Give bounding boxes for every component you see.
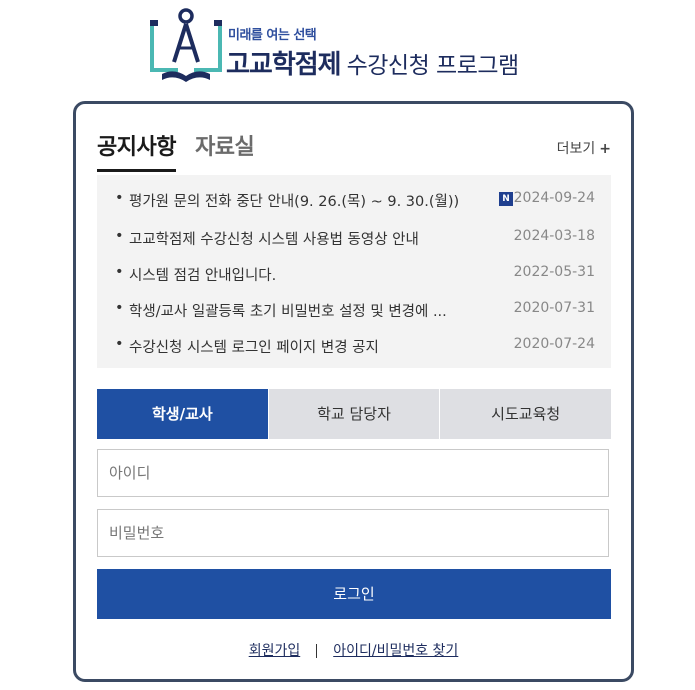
notice-date: 2020-07-24 xyxy=(513,336,595,352)
notice-title[interactable]: 수강신청 시스템 로그인 페이지 변경 공지 xyxy=(129,336,379,357)
plus-icon: + xyxy=(599,141,611,157)
notice-date: 2022-05-31 xyxy=(513,264,595,280)
role-tab-education-office[interactable]: 시도교육청 xyxy=(439,389,612,439)
signup-link[interactable]: 회원가입 xyxy=(249,643,301,659)
logo-title: 고교학점제 수강신청 프로그램 xyxy=(226,44,519,81)
notice-title[interactable]: 고교학점제 수강신청 시스템 사용법 동영상 안내 xyxy=(129,228,419,249)
notice-title[interactable]: 학생/교사 일괄등록 초기 비밀번호 설정 및 변경에 ... xyxy=(129,300,447,321)
role-tab-student-teacher[interactable]: 학생/교사 xyxy=(97,389,268,439)
notice-item[interactable]: • 수강신청 시스템 로그인 페이지 변경 공지 2020-07-24 xyxy=(115,336,595,360)
notice-date: 2024-03-18 xyxy=(513,228,595,244)
id-input[interactable]: 아이디 xyxy=(97,449,609,497)
bullet-icon: • xyxy=(115,336,124,352)
find-account-link[interactable]: 아이디/비밀번호 찾기 xyxy=(333,643,458,659)
logo-title-sub: 수강신청 프로그램 xyxy=(346,53,520,79)
login-card: 공지사항 자료실 더보기 + • 평가원 문의 전화 중단 안내(9. 26.(목)… xyxy=(73,101,634,682)
tab-notices[interactable]: 공지사항 xyxy=(97,129,176,172)
site-logo[interactable]: 미래를 여는 선택 고교학점제 수강신청 프로그램 xyxy=(148,4,568,86)
notice-date: 2020-07-31 xyxy=(513,300,595,316)
notice-item[interactable]: • 고교학점제 수강신청 시스템 사용법 동영상 안내 2024-03-18 xyxy=(115,228,595,252)
board-tabs: 공지사항 자료실 xyxy=(97,129,268,172)
role-tabs: 학생/교사 학교 담당자 시도교육청 xyxy=(97,389,612,439)
more-label: 더보기 xyxy=(556,141,596,157)
role-tab-school-manager[interactable]: 학교 담당자 xyxy=(267,389,440,439)
tab-resources[interactable]: 자료실 xyxy=(195,129,255,169)
bullet-icon: • xyxy=(115,190,124,206)
logo-tagline: 미래를 여는 선택 xyxy=(228,28,317,43)
logo-emblem-icon xyxy=(150,8,222,82)
link-divider xyxy=(316,644,318,658)
notice-title[interactable]: 평가원 문의 전화 중단 안내(9. 26.(목) ~ 9. 30.(월)) xyxy=(129,190,459,211)
notice-title[interactable]: 시스템 점검 안내입니다. xyxy=(129,264,276,285)
more-link[interactable]: 더보기 + xyxy=(557,138,611,158)
password-input[interactable]: 비밀번호 xyxy=(97,509,609,557)
notice-date: 2024-09-24 xyxy=(513,190,595,206)
bullet-icon: • xyxy=(115,264,124,280)
bullet-icon: • xyxy=(115,300,124,316)
login-button[interactable]: 로그인 xyxy=(97,569,611,619)
notice-list: • 평가원 문의 전화 중단 안내(9. 26.(목) ~ 9. 30.(월)) … xyxy=(97,175,611,368)
bullet-icon: • xyxy=(115,228,124,244)
new-badge-icon: N xyxy=(499,192,513,206)
notice-item[interactable]: • 학생/교사 일괄등록 초기 비밀번호 설정 및 변경에 ... 2020-07… xyxy=(115,300,595,324)
notice-item[interactable]: • 시스템 점검 안내입니다. 2022-05-31 xyxy=(115,264,595,288)
logo-title-strong: 고교학점제 xyxy=(226,50,342,80)
account-links: 회원가입 아이디/비밀번호 찾기 xyxy=(76,640,631,660)
notice-item[interactable]: • 평가원 문의 전화 중단 안내(9. 26.(목) ~ 9. 30.(월)) … xyxy=(115,190,595,214)
